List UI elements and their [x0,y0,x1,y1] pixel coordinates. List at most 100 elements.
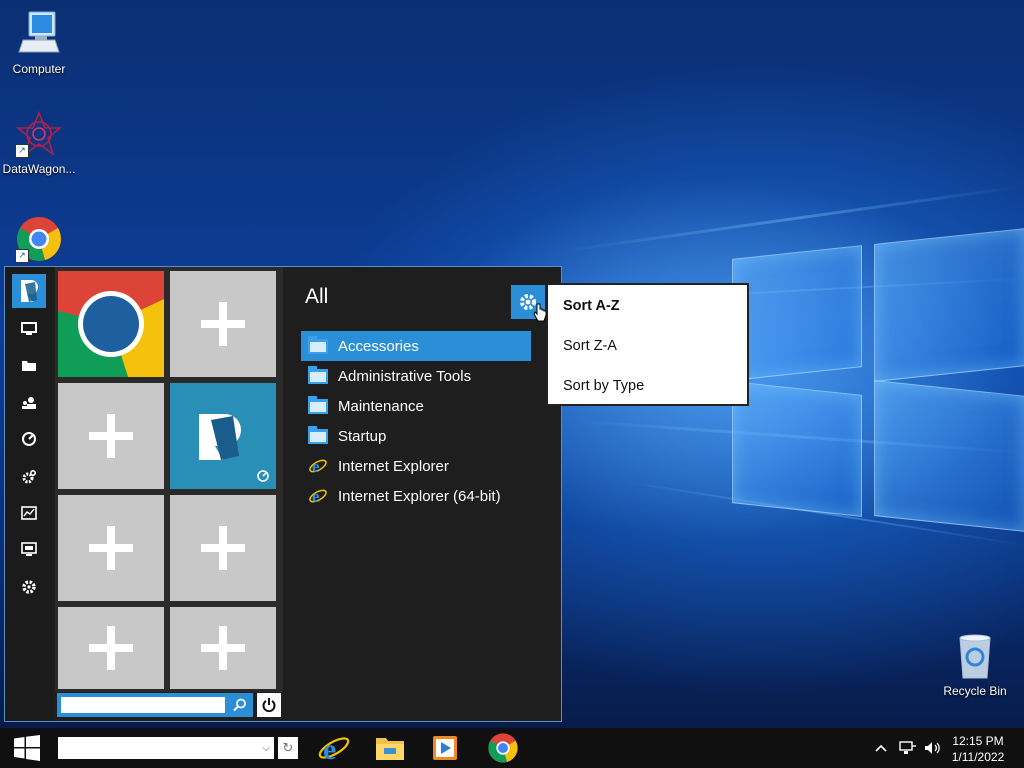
start-menu: All Accessories Administrative Tools Mai… [4,266,562,722]
program-item-internet-explorer-64[interactable]: e Internet Explorer (64-bit) [301,481,531,511]
volume-icon[interactable] [922,728,944,768]
program-label: Maintenance [338,397,424,415]
program-label: Internet Explorer [338,457,449,475]
file-explorer-icon [376,738,404,760]
desktop-icon-label: Recycle Bin [943,684,1007,698]
rail-gear-icon[interactable] [15,575,43,599]
program-label: Administrative Tools [338,367,472,385]
rail-folder-icon[interactable] [15,353,43,377]
rail-network-icon[interactable] [15,427,43,451]
program-item-administrative-tools[interactable]: Administrative Tools [301,361,531,391]
rail-performance-icon[interactable] [15,501,43,525]
taskbar-internet-explorer[interactable]: e [312,730,356,766]
tile-add[interactable] [170,271,276,377]
app-logo-icon[interactable] [12,274,46,308]
system-clock[interactable]: 12:15 PM 1/11/2022 [948,733,1008,765]
media-player-icon [433,736,457,760]
recycle-bin-icon [951,632,999,680]
programs-section-title: All [305,285,329,308]
program-item-startup[interactable]: Startup [301,421,531,451]
tile-add[interactable] [58,607,164,689]
svg-text:e: e [312,487,320,506]
folder-icon [307,425,329,446]
sort-options-button[interactable] [511,285,547,322]
internet-explorer-icon: e [307,456,329,476]
clock-date: 1/11/2022 [951,750,1005,764]
svg-text:e: e [323,733,336,765]
taskbar-chrome[interactable] [481,730,525,766]
program-item-maintenance[interactable]: Maintenance [301,391,531,421]
rail-display-icon[interactable] [15,537,43,561]
rail-computer-icon[interactable] [15,317,43,341]
program-item-internet-explorer[interactable]: e Internet Explorer [301,451,531,481]
program-label: Accessories [338,337,419,355]
windows-logo-wallpaper [728,222,1024,532]
shortcut-arrow-icon: ↗ [15,249,29,263]
refresh-icon[interactable]: ↻ [278,737,298,759]
logo-pane [874,380,1024,532]
desktop-icon-computer[interactable]: Computer [1,10,77,76]
start-menu-side-rail [5,267,53,721]
windows-logo-icon [14,735,40,761]
plus-icon [89,526,133,570]
start-button[interactable] [0,728,54,768]
logo-pane [874,228,1024,382]
datawagon-icon: ↗ [15,110,63,158]
clock-time: 12:15 PM [952,734,1004,748]
desktop-icon-datawagon[interactable]: ↗ DataWagon... [1,110,77,176]
hand-cursor-icon [533,303,547,322]
network-icon[interactable] [896,728,920,768]
chevron-down-icon[interactable]: ⌵ [258,737,274,759]
app-logo-icon [199,414,241,460]
search-icon[interactable] [229,695,251,715]
computer-icon [15,10,63,58]
sort-by-type-option[interactable]: Sort by Type [563,378,644,394]
pinned-tiles-grid [55,267,283,692]
plus-icon [201,626,245,670]
power-button[interactable] [257,693,281,717]
desktop-icon-chrome[interactable]: ↗ [1,215,77,267]
plus-icon [201,302,245,346]
internet-explorer-icon: e [307,486,329,506]
desktop-icon-label: DataWagon... [2,162,76,176]
rail-users-icon[interactable] [15,391,43,415]
internet-explorer-icon: e [318,733,350,765]
tile-add[interactable] [58,383,164,489]
rail-settings-gear-icon[interactable] [15,465,43,489]
start-search-box [57,693,253,717]
program-label: Internet Explorer (64-bit) [338,487,501,505]
taskbar-address-box[interactable] [58,737,274,759]
program-item-accessories[interactable]: Accessories [301,331,531,361]
sort-z-a-option[interactable]: Sort Z-A [563,338,617,354]
desktop-icon-recycle-bin[interactable]: Recycle Bin [937,632,1013,698]
folder-icon [307,365,329,386]
chrome-icon [488,733,518,763]
power-icon [262,698,276,713]
plus-icon [201,526,245,570]
folder-icon [307,395,329,416]
svg-text:e: e [312,457,320,476]
shortcut-arrow-icon: ↗ [15,144,29,158]
program-label: Startup [338,427,387,445]
sort-menu-popup: Sort A-Z Sort Z-A Sort by Type [546,283,749,406]
tile-add[interactable] [170,495,276,601]
chrome-icon: ↗ [15,215,63,263]
tile-add[interactable] [58,495,164,601]
sort-a-z-option[interactable]: Sort A-Z [563,298,620,314]
speed-gauge-icon [257,470,269,482]
taskbar: ⌵ ↻ e 12:15 PM 1/11/2022 [0,728,1024,768]
plus-icon [89,626,133,670]
chrome-icon [58,271,164,377]
desktop-icon-label: Computer [12,62,66,76]
taskbar-file-explorer[interactable] [368,730,412,766]
plus-icon [89,414,133,458]
folder-icon [307,335,329,356]
show-hidden-icons-chevron-up-icon[interactable] [872,728,890,768]
tile-add[interactable] [170,607,276,689]
logo-pane [732,381,862,517]
tile-app[interactable] [170,383,276,489]
start-search-input[interactable] [61,697,225,713]
tile-chrome[interactable] [58,271,164,377]
logo-pane [732,245,862,381]
taskbar-media-player[interactable] [423,730,467,766]
